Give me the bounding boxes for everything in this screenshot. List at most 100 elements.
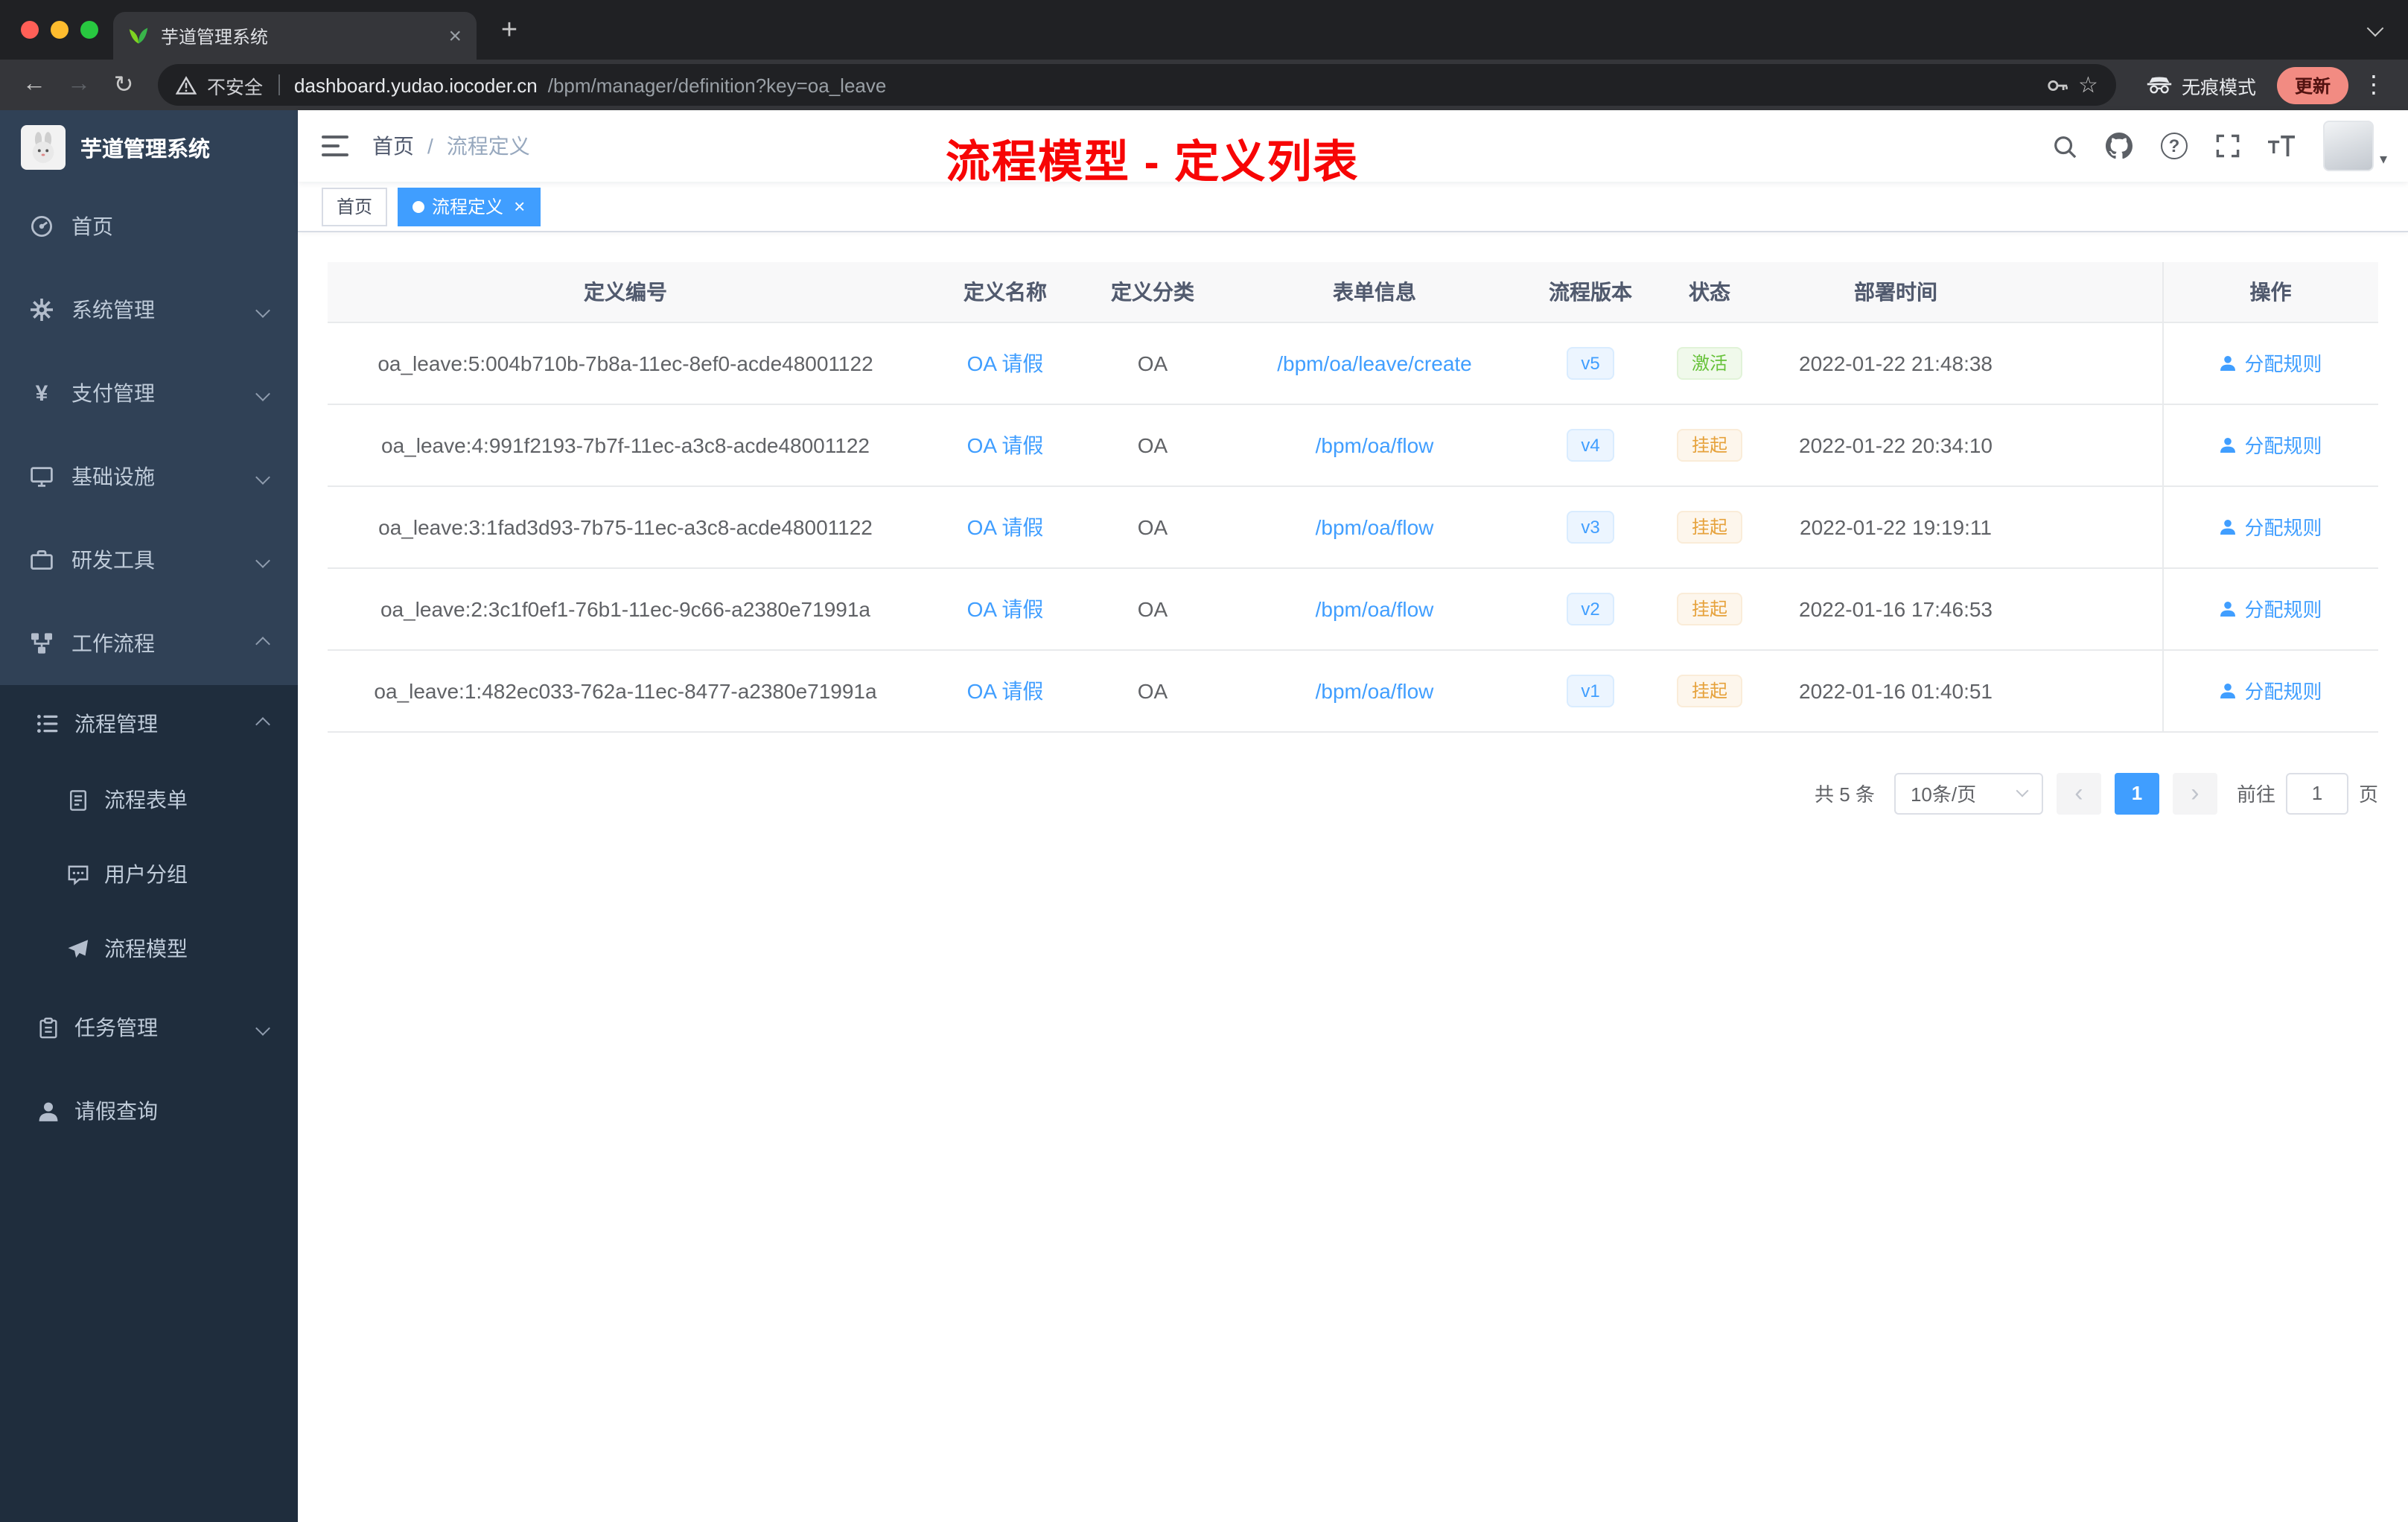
definition-name-link[interactable]: OA 请假: [967, 433, 1044, 456]
form-link[interactable]: /bpm/oa/flow: [1316, 678, 1434, 702]
chevron-up-icon: [255, 716, 270, 731]
assign-rule-link[interactable]: 分配规则: [2219, 430, 2322, 459]
sidebar-item-task-management[interactable]: 任务管理: [0, 986, 298, 1069]
assign-rule-link[interactable]: 分配规则: [2219, 512, 2322, 541]
deploy-time: 2022-01-22 21:48:38: [1769, 322, 2022, 404]
definition-id: oa_leave:2:3c1f0ef1-76b1-11ec-9c66-a2380…: [328, 567, 923, 650]
back-icon[interactable]: ←: [15, 66, 54, 104]
status-badge: 挂起: [1676, 428, 1742, 461]
deploy-time: 2022-01-16 17:46:53: [1769, 567, 2022, 650]
current-page-button[interactable]: 1: [2114, 772, 2159, 814]
form-link[interactable]: /bpm/oa/flow: [1316, 596, 1434, 620]
browser-update-button[interactable]: 更新: [2276, 66, 2348, 104]
workflow-icon: [30, 631, 54, 655]
goto-page-input[interactable]: [2285, 772, 2348, 814]
key-icon[interactable]: [2045, 74, 2068, 96]
browser-menu-icon[interactable]: ⋮: [2354, 70, 2393, 100]
tab-search-chevron-icon[interactable]: [2366, 19, 2384, 37]
forward-icon[interactable]: →: [60, 66, 98, 104]
version-badge: v2: [1566, 592, 1615, 625]
help-icon[interactable]: ?: [2160, 133, 2188, 159]
favicon-icon: [128, 25, 149, 46]
col-deploy-time: 部署时间: [1769, 262, 2022, 322]
sidebar-item-infrastructure[interactable]: 基础设施: [0, 435, 298, 518]
sidebar-item-payment[interactable]: ¥ 支付管理: [0, 351, 298, 435]
sidebar-item-label: 研发工具: [71, 548, 155, 572]
sidebar-item-process-form[interactable]: 流程表单: [0, 762, 298, 837]
user-icon: [36, 1100, 60, 1122]
definition-table: 定义编号 定义名称 定义分类 表单信息 流程版本 状态 部署时间 操作 oa_l…: [328, 262, 2378, 732]
sidebar-item-devtools[interactable]: 研发工具: [0, 518, 298, 602]
assign-rule-link[interactable]: 分配规则: [2219, 676, 2322, 704]
assign-rule-link[interactable]: 分配规则: [2219, 594, 2322, 623]
browser-toolbar: ← → ↻ 不安全 dashboard.yudao.iocoder.cn /bp…: [0, 60, 2408, 110]
reload-icon[interactable]: ↻: [104, 66, 143, 104]
clipboard-icon: [36, 1016, 60, 1039]
version-badge: v1: [1566, 674, 1615, 707]
version-badge: v3: [1566, 510, 1615, 543]
gear-icon: [30, 298, 54, 322]
page-size-value: 10条/页: [1910, 783, 1977, 806]
breadcrumb-home[interactable]: 首页: [372, 131, 414, 161]
caret-down-icon: ▾: [2379, 152, 2387, 168]
hamburger-icon[interactable]: [322, 134, 348, 158]
chevron-down-icon: [2016, 784, 2029, 797]
definition-name-link[interactable]: OA 请假: [967, 678, 1044, 702]
bookmark-star-icon[interactable]: ☆: [2078, 71, 2098, 98]
breadcrumb-current: 流程定义: [446, 134, 530, 158]
window-zoom-button[interactable]: [80, 21, 98, 39]
tag-home[interactable]: 首页: [322, 187, 388, 226]
chevron-down-icon: [255, 386, 270, 401]
omnibox-divider: [278, 74, 280, 95]
definition-name-link[interactable]: OA 请假: [967, 351, 1044, 375]
font-size-icon[interactable]: [2267, 136, 2295, 156]
definition-name-link[interactable]: OA 请假: [967, 596, 1044, 620]
tag-close-icon[interactable]: ×: [514, 197, 525, 216]
url-path: /bpm/manager/definition?key=oa_leave: [547, 74, 887, 96]
incognito-icon: [2146, 76, 2173, 94]
sidebar-item-process-management[interactable]: 流程管理: [0, 685, 298, 762]
sidebar-logo[interactable]: 芋道管理系统: [0, 110, 298, 185]
browser-tab[interactable]: 芋道管理系统 ×: [113, 12, 477, 60]
sidebar-item-system[interactable]: 系统管理: [0, 268, 298, 351]
next-page-button[interactable]: ›: [2172, 772, 2217, 814]
breadcrumb-separator: /: [427, 134, 433, 158]
page-size-select[interactable]: 10条/页: [1893, 772, 2043, 814]
sidebar-item-process-model[interactable]: 流程模型: [0, 911, 298, 986]
form-link[interactable]: /bpm/oa/flow: [1316, 515, 1434, 538]
tab-close-icon[interactable]: ×: [448, 25, 462, 47]
url-host: dashboard.yudao.iocoder.cn: [294, 74, 538, 96]
version-badge: v5: [1566, 346, 1615, 379]
tag-process-definition[interactable]: 流程定义 ×: [398, 187, 541, 226]
address-bar[interactable]: 不安全 dashboard.yudao.iocoder.cn /bpm/mana…: [158, 64, 2116, 106]
sidebar-item-leave-query[interactable]: 请假查询: [0, 1069, 298, 1153]
definition-name-link[interactable]: OA 请假: [967, 515, 1044, 538]
yen-icon: ¥: [35, 380, 48, 406]
prev-page-button[interactable]: ‹: [2056, 772, 2101, 814]
col-definition-name: 定义名称: [923, 262, 1087, 322]
window-close-button[interactable]: [21, 21, 39, 39]
assign-rule-link[interactable]: 分配规则: [2219, 348, 2322, 377]
status-badge: 挂起: [1676, 674, 1742, 707]
deploy-time: 2022-01-22 20:34:10: [1769, 404, 2022, 486]
search-icon[interactable]: [2052, 133, 2077, 159]
version-badge: v4: [1566, 428, 1615, 461]
form-icon: [66, 789, 89, 811]
sidebar-item-label: 请假查询: [74, 1099, 158, 1123]
sidebar-item-workflow[interactable]: 工作流程: [0, 602, 298, 685]
sidebar-item-home[interactable]: 首页: [0, 185, 298, 268]
fullscreen-icon[interactable]: [2216, 134, 2240, 158]
new-tab-button[interactable]: +: [491, 13, 527, 49]
window-minimize-button[interactable]: [51, 21, 69, 39]
user-menu[interactable]: ▾: [2322, 121, 2387, 171]
main-area: 首页 / 流程定义 ? ▾ 首页 流程定义 × 定义编号 定义名称 定义分类 表…: [298, 110, 2408, 1522]
deploy-time: 2022-01-22 19:19:11: [1769, 485, 2022, 568]
dashboard-icon: [30, 214, 54, 238]
navbar-actions: ? ▾: [2052, 121, 2387, 171]
chat-bubble-icon: [66, 863, 89, 885]
form-link[interactable]: /bpm/oa/flow: [1316, 433, 1434, 456]
sidebar-item-user-group[interactable]: 用户分组: [0, 837, 298, 911]
definition-category: OA: [1087, 485, 1218, 568]
form-link[interactable]: /bpm/oa/leave/create: [1277, 351, 1472, 375]
github-icon[interactable]: [2105, 133, 2133, 159]
